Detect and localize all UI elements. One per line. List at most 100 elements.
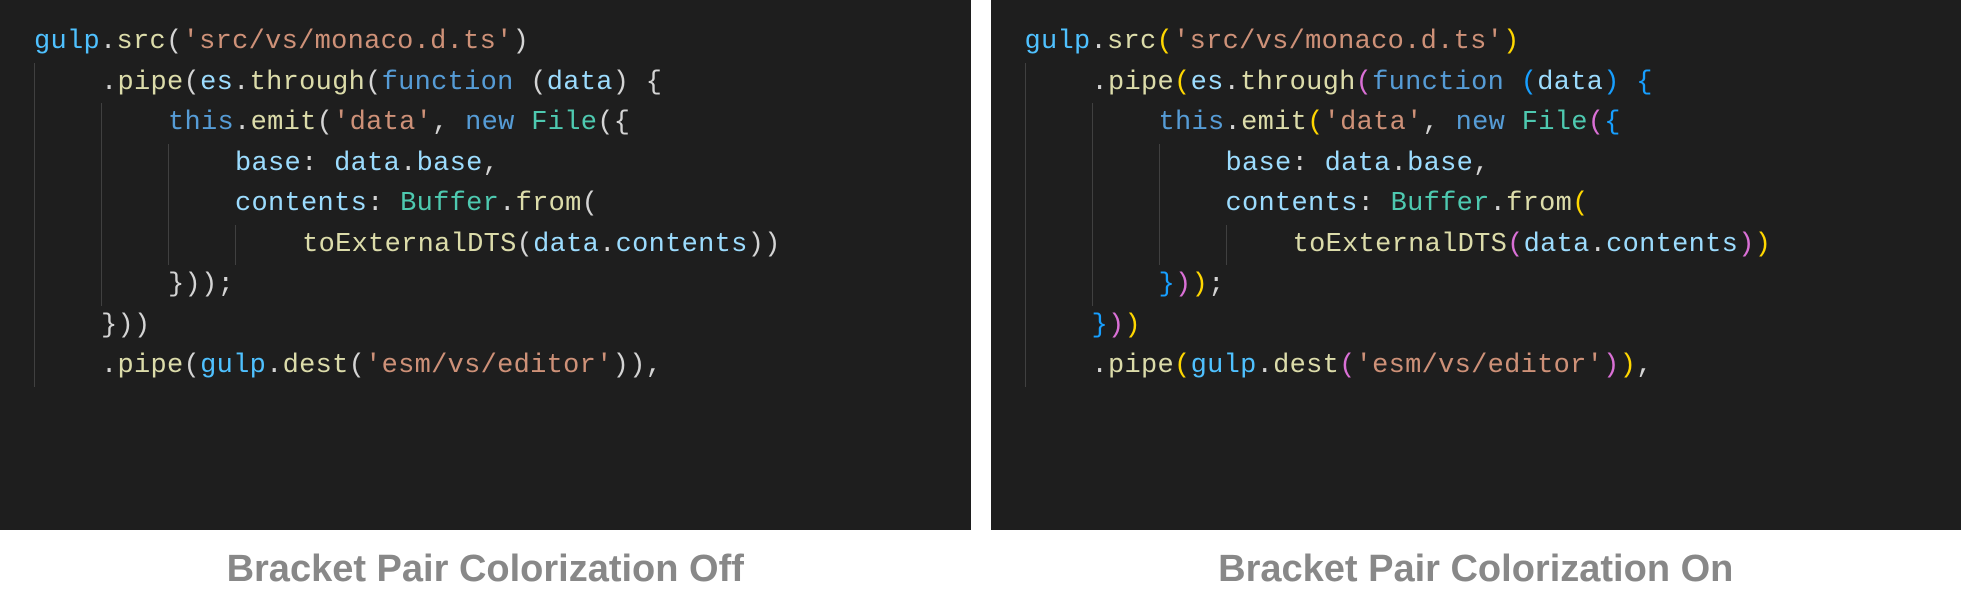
token-ident: data [334, 149, 400, 179]
bracket-close-paren: ) [1738, 230, 1755, 260]
bracket-close-paren: ) [118, 311, 135, 341]
token-dot: . [1092, 68, 1109, 98]
token-ident: data [1325, 149, 1391, 179]
token-object: es [1191, 68, 1224, 98]
token-prop: contents [1226, 189, 1358, 219]
bracket-close-paren: ) [1620, 351, 1637, 381]
bracket-open-paren: ( [597, 108, 614, 138]
token-keyword: this [1159, 108, 1225, 138]
panel-left: gulp.src('src/vs/monaco.d.ts') .pipe(es.… [0, 0, 971, 591]
code-line: })) [1025, 306, 1961, 347]
bracket-close-brace: } [168, 270, 185, 300]
token-keyword: new [1456, 108, 1506, 138]
token-func: through [250, 68, 366, 98]
code-line: gulp.src('src/vs/monaco.d.ts') [1025, 22, 1961, 63]
token-func: through [1240, 68, 1356, 98]
code-line: gulp.src('src/vs/monaco.d.ts') [34, 22, 971, 63]
token-dot: . [266, 351, 283, 381]
indent-guide [1025, 306, 1026, 347]
bracket-close-paren: ) [613, 351, 630, 381]
indent-guide [101, 265, 102, 306]
bracket-open-paren: ( [1507, 230, 1524, 260]
bracket-close-paren: ) [1175, 270, 1192, 300]
bracket-open-paren: ( [530, 68, 547, 98]
indent-guide [1025, 346, 1026, 387]
token-dot: . [1490, 189, 1507, 219]
bracket-close-paren: ) [748, 230, 765, 260]
token-func: emit [1241, 108, 1307, 138]
token-keyword: this [168, 108, 234, 138]
token-dot: . [1224, 68, 1241, 98]
indent-guide [101, 225, 102, 266]
token-comma: , [432, 108, 449, 138]
caption-left: Bracket Pair Colorization Off [0, 530, 971, 591]
token-type: File [531, 108, 597, 138]
indent-guide [168, 184, 169, 225]
bracket-open-paren: ( [582, 189, 599, 219]
token-keyword: function [382, 68, 514, 98]
token-string: 'data' [1324, 108, 1423, 138]
token-string: 'src/vs/monaco.d.ts' [183, 27, 513, 57]
token-ident: data [1524, 230, 1590, 260]
token-func: from [1506, 189, 1572, 219]
code-line: this.emit('data', new File({ [34, 103, 971, 144]
token-prop: contents [1606, 230, 1738, 260]
editor-right: gulp.src('src/vs/monaco.d.ts') .pipe(es.… [991, 0, 1961, 530]
bracket-open-paren: ( [1174, 68, 1191, 98]
token-prop: contents [235, 189, 367, 219]
bracket-open-paren: ( [1356, 68, 1373, 98]
code-line: })); [1025, 265, 1961, 306]
code-line: .pipe(es.through(function (data) { [1025, 63, 1961, 104]
indent-guide [34, 63, 35, 104]
token-func: from [516, 189, 582, 219]
code-line: .pipe(gulp.dest('esm/vs/editor')), [34, 346, 971, 387]
bracket-open-paren: ( [166, 27, 183, 57]
bracket-open-brace: { [1604, 108, 1621, 138]
token-string: 'esm/vs/editor' [1356, 351, 1604, 381]
bracket-close-paren: ) [134, 311, 151, 341]
token-func: emit [251, 108, 317, 138]
indent-guide [168, 144, 169, 185]
token-string: 'esm/vs/editor' [365, 351, 613, 381]
bracket-open-paren: ( [1307, 108, 1324, 138]
indent-guide [34, 265, 35, 306]
token-semi: ; [218, 270, 235, 300]
bracket-open-brace: { [646, 68, 663, 98]
indent-guide [1159, 184, 1160, 225]
token-prop: contents [616, 230, 748, 260]
indent-guide [168, 225, 169, 266]
token-func: src [117, 27, 167, 57]
bracket-open-paren: ( [1521, 68, 1538, 98]
indent-guide [1025, 265, 1026, 306]
token-object: gulp [1191, 351, 1257, 381]
token-dot: . [1391, 149, 1408, 179]
token-func: pipe [1108, 68, 1174, 98]
editor-left: gulp.src('src/vs/monaco.d.ts') .pipe(es.… [0, 0, 971, 530]
indent-guide [235, 225, 236, 266]
token-func: toExternalDTS [1293, 230, 1508, 260]
token-comma: , [1473, 149, 1490, 179]
indent-guide [1025, 63, 1026, 104]
token-colon: : [367, 189, 384, 219]
token-colon: : [301, 149, 318, 179]
bracket-close-paren: ) [1503, 27, 1520, 57]
code-line: })); [34, 265, 971, 306]
bracket-close-paren: ) [1108, 311, 1125, 341]
indent-guide [1159, 225, 1160, 266]
bracket-open-paren: ( [517, 230, 534, 260]
token-keyword: new [465, 108, 515, 138]
bracket-open-paren: ( [184, 68, 201, 98]
code-line: .pipe(es.through(function (data) { [34, 63, 971, 104]
token-prop: base [1226, 149, 1292, 179]
indent-guide [1092, 265, 1093, 306]
indent-guide [1092, 225, 1093, 266]
indent-guide [34, 144, 35, 185]
bracket-close-paren: ) [185, 270, 202, 300]
bracket-open-paren: ( [1339, 351, 1356, 381]
code-line: contents: Buffer.from( [1025, 184, 1961, 225]
bracket-close-paren: ) [1125, 311, 1142, 341]
token-dot: . [100, 27, 117, 57]
token-param: data [547, 68, 613, 98]
token-comma: , [483, 149, 500, 179]
token-func: pipe [118, 68, 184, 98]
